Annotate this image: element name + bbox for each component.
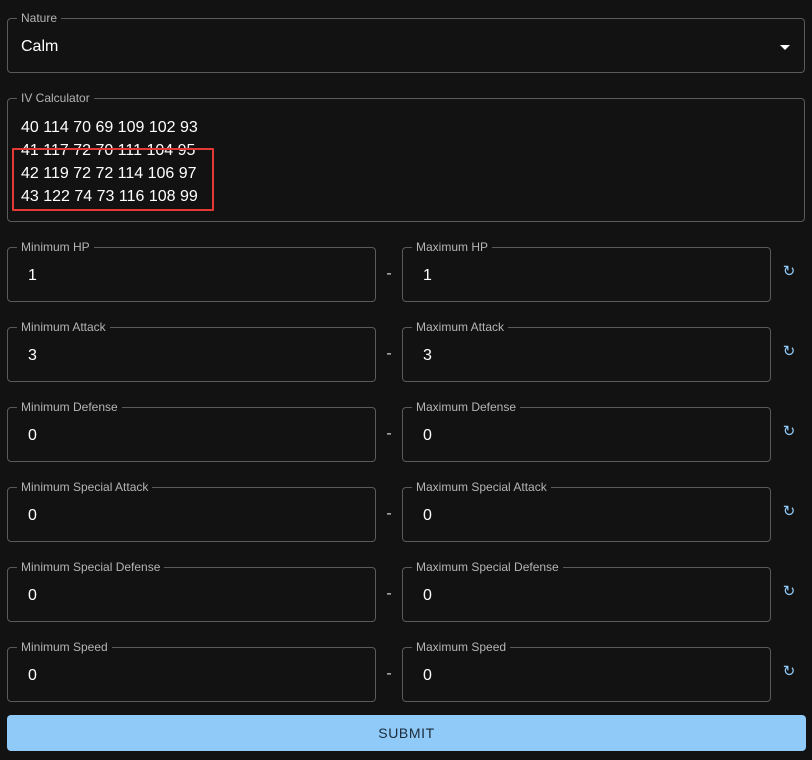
range-separator: - <box>386 425 392 442</box>
nature-value: Calm <box>21 38 59 55</box>
max-hp-label: Maximum HP <box>412 240 493 254</box>
max-special-attack-value: 0 <box>423 507 432 524</box>
max-defense-field[interactable]: Maximum Defense 0 <box>402 400 771 462</box>
iv-calculator-label: IV Calculator <box>17 91 94 105</box>
reset-defense-refresh-icon[interactable]: ↻ <box>781 424 797 440</box>
reset-special-defense-refresh-icon[interactable]: ↻ <box>781 584 797 600</box>
min-attack-value: 3 <box>28 347 37 364</box>
min-special-defense-field[interactable]: Minimum Special Defense 0 <box>7 560 376 622</box>
range-separator: - <box>386 345 392 362</box>
iv-line: 42 119 72 72 114 106 97 <box>21 165 197 182</box>
reset-speed-refresh-icon[interactable]: ↻ <box>781 664 797 680</box>
iv-line: 43 122 74 73 116 108 99 <box>21 188 198 205</box>
range-separator: - <box>386 505 392 522</box>
min-attack-field[interactable]: Minimum Attack 3 <box>7 320 376 382</box>
min-special-attack-label: Minimum Special Attack <box>17 480 153 494</box>
max-special-attack-label: Maximum Special Attack <box>412 480 551 494</box>
min-defense-label: Minimum Defense <box>17 400 122 414</box>
range-separator: - <box>386 585 392 602</box>
max-defense-label: Maximum Defense <box>412 400 521 414</box>
nature-label: Nature <box>17 11 62 25</box>
max-attack-value: 3 <box>423 347 432 364</box>
max-special-attack-field[interactable]: Maximum Special Attack 0 <box>402 480 771 542</box>
max-special-defense-value: 0 <box>423 587 432 604</box>
max-defense-value: 0 <box>423 427 432 444</box>
min-special-defense-label: Minimum Special Defense <box>17 560 165 574</box>
range-separator: - <box>386 265 392 282</box>
min-attack-label: Minimum Attack <box>17 320 110 334</box>
min-defense-field[interactable]: Minimum Defense 0 <box>7 400 376 462</box>
max-hp-field[interactable]: Maximum HP 1 <box>402 240 771 302</box>
min-special-attack-field[interactable]: Minimum Special Attack 0 <box>7 480 376 542</box>
iv-line: 41 117 72 70 111 104 95 <box>21 142 196 159</box>
iv-line: 40 114 70 69 109 102 93 <box>21 119 198 136</box>
max-special-defense-label: Maximum Special Defense <box>412 560 563 574</box>
nature-select[interactable]: Nature Calm <box>7 11 805 73</box>
max-hp-value: 1 <box>423 267 432 284</box>
min-hp-field[interactable]: Minimum HP 1 <box>7 240 376 302</box>
iv-calculator-form: Nature Calm IV Calculator 40 114 70 69 1… <box>0 0 812 760</box>
max-speed-field[interactable]: Maximum Speed 0 <box>402 640 771 702</box>
reset-special-attack-refresh-icon[interactable]: ↻ <box>781 504 797 520</box>
max-speed-value: 0 <box>423 667 432 684</box>
min-hp-label: Minimum HP <box>17 240 94 254</box>
min-special-defense-value: 0 <box>28 587 37 604</box>
max-special-defense-field[interactable]: Maximum Special Defense 0 <box>402 560 771 622</box>
max-speed-label: Maximum Speed <box>412 640 511 654</box>
min-special-attack-value: 0 <box>28 507 37 524</box>
iv-calculator-content: 40 114 70 69 109 102 93 41 117 72 70 111… <box>21 116 198 208</box>
range-separator: - <box>386 665 392 682</box>
min-hp-value: 1 <box>28 267 37 284</box>
min-speed-label: Minimum Speed <box>17 640 112 654</box>
dropdown-arrow-icon[interactable] <box>780 45 790 50</box>
submit-button[interactable]: SUBMIT <box>7 715 806 751</box>
min-defense-value: 0 <box>28 427 37 444</box>
reset-attack-refresh-icon[interactable]: ↻ <box>781 344 797 360</box>
min-speed-value: 0 <box>28 667 37 684</box>
iv-calculator-textarea[interactable]: IV Calculator 40 114 70 69 109 102 93 41… <box>7 91 805 222</box>
max-attack-field[interactable]: Maximum Attack 3 <box>402 320 771 382</box>
min-speed-field[interactable]: Minimum Speed 0 <box>7 640 376 702</box>
max-attack-label: Maximum Attack <box>412 320 509 334</box>
reset-hp-refresh-icon[interactable]: ↻ <box>781 264 797 280</box>
